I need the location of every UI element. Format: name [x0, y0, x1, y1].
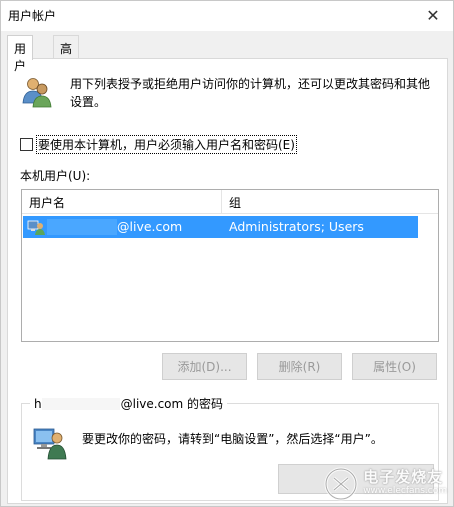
tab-advanced[interactable]: 高级 [53, 35, 80, 73]
watermark-title: 电子发烧友 [363, 468, 444, 486]
watermark-url: www.elecfans.com [363, 486, 447, 496]
password-instruction: 要更改你的密码，请转到“电脑设置”，然后选择“用户”。 [82, 432, 383, 446]
delete-user-button[interactable]: 删除(R) [257, 353, 342, 380]
close-icon[interactable]: ✕ [413, 1, 453, 29]
intro-description: 用下列表授予或拒绝用户访问你的计算机，还可以更改其密码和其他设置。 [70, 77, 431, 109]
require-password-row: 要使用本计算机，用户必须输入用户名和密码(E) [20, 135, 297, 154]
password-groupbox-title: h @live.com 的密码 [30, 395, 228, 412]
users-icon [22, 78, 52, 108]
column-header-group[interactable]: 组 [222, 190, 438, 214]
column-header-username[interactable]: 用户名 [22, 190, 222, 214]
local-users-label: 本机用户(U): [20, 169, 91, 183]
user-icon [27, 220, 45, 235]
require-password-label[interactable]: 要使用本计算机，用户必须输入用户名和密码(E) [36, 135, 297, 154]
table-row[interactable]: @live.com Administrators; Users [23, 216, 418, 238]
users-list[interactable]: 用户名 组 @live.com Administrators; Users [21, 189, 439, 342]
watermark: 电子发烧友 www.elecfans.com [323, 466, 447, 502]
add-user-button[interactable]: 添加(D)... [162, 353, 247, 380]
list-header: 用户名 组 [22, 190, 438, 214]
redacted-username [47, 219, 117, 235]
password-title-prefix: h [34, 396, 42, 411]
properties-button[interactable]: 属性(O) [352, 353, 437, 380]
row-group: Administrators; Users [229, 219, 364, 234]
user-accounts-window: 用户帐户 ✕ 用户 高级 用下列表授予或拒绝用户访问你的计算机，还可以更改其密码… [0, 0, 454, 507]
row-username: @live.com [117, 219, 183, 234]
users-tab-panel: 用下列表授予或拒绝用户访问你的计算机，还可以更改其密码和其他设置。 要使用本计算… [7, 58, 448, 504]
redacted-account-name [41, 397, 120, 410]
window-title: 用户帐户 [8, 9, 57, 23]
password-title-suffix: @live.com 的密码 [120, 397, 224, 411]
tab-users[interactable]: 用户 [7, 35, 34, 73]
title-bar: 用户帐户 ✕ [1, 1, 453, 31]
user-key-icon [33, 428, 67, 460]
elecfans-logo [324, 467, 358, 501]
require-password-checkbox[interactable] [20, 138, 33, 151]
